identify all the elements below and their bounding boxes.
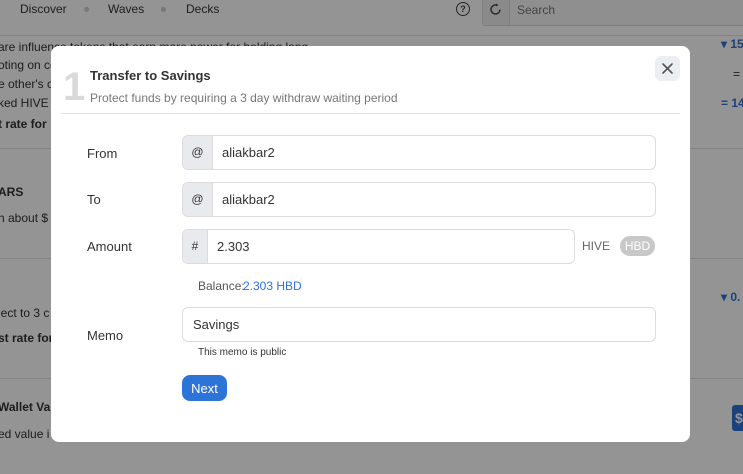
dialog-subtitle: Protect funds by requiring a 3 day withd… — [90, 91, 398, 105]
from-field: @ — [182, 135, 656, 170]
currency-hbd-option[interactable]: HBD — [620, 236, 655, 256]
dialog-header-divider — [61, 113, 680, 114]
to-input[interactable] — [222, 183, 642, 216]
at-prefix: @ — [183, 136, 213, 169]
memo-hint: This memo is public — [198, 347, 287, 358]
next-button[interactable]: Next — [182, 375, 227, 401]
at-prefix: @ — [183, 183, 213, 216]
balance-label: Balance: — [198, 279, 245, 293]
dialog-title: Transfer to Savings — [90, 68, 211, 83]
amount-input[interactable] — [217, 230, 557, 263]
hash-prefix: # — [183, 230, 208, 263]
from-input[interactable] — [222, 136, 642, 169]
amount-label: Amount — [87, 239, 132, 254]
step-number: 1 — [63, 65, 86, 109]
amount-field: # — [182, 229, 575, 264]
memo-field — [182, 307, 656, 342]
memo-label: Memo — [87, 328, 124, 343]
currency-hive-option[interactable]: HIVE — [582, 239, 610, 253]
from-label: From — [87, 146, 118, 161]
transfer-dialog: 1 Transfer to Savings Protect funds by r… — [51, 46, 690, 442]
close-button[interactable] — [655, 56, 680, 81]
balance-value[interactable]: 2.303 HBD — [243, 279, 302, 293]
memo-input[interactable] — [193, 308, 643, 341]
to-field: @ — [182, 182, 656, 217]
close-icon — [662, 63, 673, 74]
to-label: To — [87, 192, 101, 207]
